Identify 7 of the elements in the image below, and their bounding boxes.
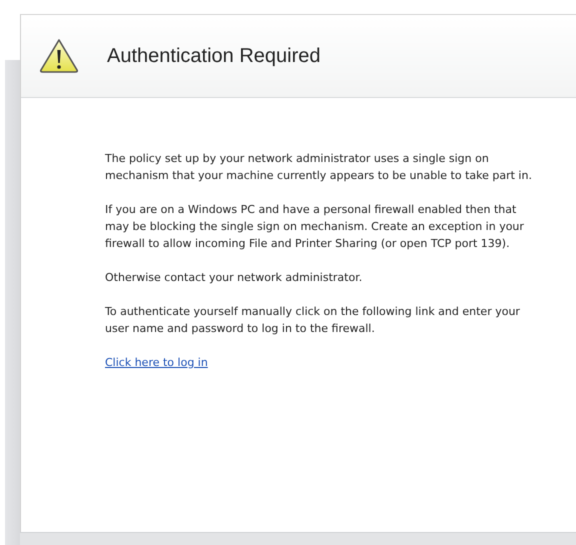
message-paragraph: The policy set up by your network administrator uses a single sign on mechanism that your machine currently appears to be unable to take part in. [105, 151, 533, 184]
dialog-title: Authentication Required [107, 44, 320, 68]
login-link[interactable]: Click here to log in [105, 354, 208, 371]
warning-icon [39, 38, 79, 74]
message-paragraph: If you are on a Windows PC and have a personal firewall enabled then that may be blocking the single sign on mechanism. Create an exception in your firewall to allow incoming File and Printer Sharing (or open TCP port 139). [105, 202, 525, 252]
message-paragraph: Otherwise contact your network administrator. [105, 270, 364, 286]
message-paragraph: To authenticate yourself manually click on the following link and enter your user name and password to log in to the firewall. [105, 304, 521, 337]
